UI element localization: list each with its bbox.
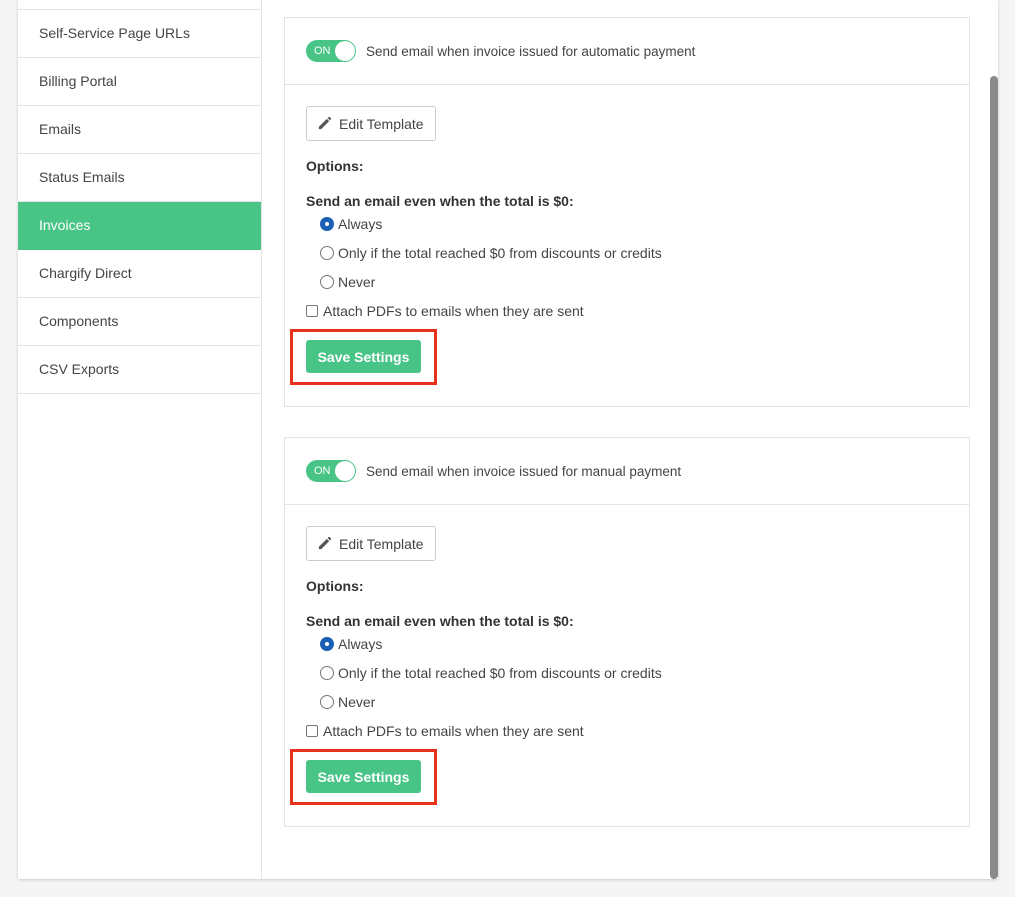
zero-total-label: Send an email even when the total is $0:: [306, 193, 574, 209]
attach-pdfs-label: Attach PDFs to emails when they are sent: [323, 302, 584, 319]
sidebar-item-status-emails[interactable]: Status Emails: [18, 154, 261, 202]
vertical-scrollbar[interactable]: [990, 76, 998, 879]
radio-never-label: Never: [338, 273, 376, 290]
radio-discounts[interactable]: [320, 665, 334, 680]
sidebar-item-components[interactable]: Components: [18, 298, 261, 346]
highlight-box: [290, 329, 437, 385]
save-settings-wrap: Save Settings: [290, 329, 437, 385]
radio-option-discounts[interactable]: Only if the total reached $0 from discou…: [306, 658, 948, 687]
edit-template-button[interactable]: Edit Template: [306, 526, 436, 561]
radio-option-always[interactable]: Always: [306, 629, 948, 658]
pencil-icon: [318, 116, 332, 130]
attach-pdfs-checkbox[interactable]: [306, 304, 318, 317]
sidebar-top-divider: [18, 0, 261, 10]
toggle-label: ON: [314, 45, 331, 57]
radio-option-discounts[interactable]: Only if the total reached $0 from discou…: [306, 238, 948, 267]
radio-discounts-label: Only if the total reached $0 from discou…: [338, 664, 662, 681]
pencil-icon: [318, 536, 332, 550]
sidebar-item-chargify-direct[interactable]: Chargify Direct: [18, 250, 261, 298]
radio-always[interactable]: [320, 216, 334, 231]
settings-window: Self-Service Page URLs Billing Portal Em…: [18, 0, 998, 879]
zero-total-label: Send an email even when the total is $0:: [306, 613, 574, 629]
toggle-label: ON: [314, 465, 331, 477]
radio-option-never[interactable]: Never: [306, 267, 948, 296]
panel-header: ON Send email when invoice issued for au…: [285, 18, 969, 85]
radio-never[interactable]: [320, 694, 334, 709]
attach-pdfs-option[interactable]: Attach PDFs to emails when they are sent: [306, 716, 948, 745]
toggle-knob: [335, 41, 355, 61]
radio-always-label: Always: [338, 635, 383, 652]
sidebar-item-self-service-page-urls[interactable]: Self-Service Page URLs: [18, 10, 261, 58]
options-label: Options:: [306, 158, 364, 174]
radio-always[interactable]: [320, 636, 334, 651]
toggle-knob: [335, 461, 355, 481]
save-settings-wrap: Save Settings: [290, 749, 437, 805]
attach-pdfs-checkbox[interactable]: [306, 724, 318, 737]
radio-option-always[interactable]: Always: [306, 209, 948, 238]
highlight-box: [290, 749, 437, 805]
panel-header: ON Send email when invoice issued for ma…: [285, 438, 969, 505]
attach-pdfs-label: Attach PDFs to emails when they are sent: [323, 722, 584, 739]
sidebar-item-csv-exports[interactable]: CSV Exports: [18, 346, 261, 394]
panel-title: Send email when invoice issued for autom…: [366, 43, 696, 59]
radio-never-label: Never: [338, 693, 376, 710]
manual-payment-panel: ON Send email when invoice issued for ma…: [284, 437, 970, 827]
panel-title: Send email when invoice issued for manua…: [366, 463, 682, 479]
edit-template-label: Edit Template: [339, 535, 424, 552]
radio-never[interactable]: [320, 274, 334, 289]
attach-pdfs-option[interactable]: Attach PDFs to emails when they are sent: [306, 296, 948, 325]
sidebar: Self-Service Page URLs Billing Portal Em…: [18, 0, 262, 879]
manual-payment-toggle[interactable]: ON: [306, 460, 356, 482]
radio-discounts[interactable]: [320, 245, 334, 260]
edit-template-label: Edit Template: [339, 115, 424, 132]
main-content: ON Send email when invoice issued for au…: [262, 0, 998, 879]
panel-body: Edit Template Options: Send an email eve…: [285, 505, 969, 805]
options-label: Options:: [306, 578, 364, 594]
edit-template-button[interactable]: Edit Template: [306, 106, 436, 141]
sidebar-item-emails[interactable]: Emails: [18, 106, 261, 154]
radio-option-never[interactable]: Never: [306, 687, 948, 716]
sidebar-item-invoices[interactable]: Invoices: [18, 202, 261, 250]
automatic-payment-toggle[interactable]: ON: [306, 40, 356, 62]
automatic-payment-panel: ON Send email when invoice issued for au…: [284, 17, 970, 407]
radio-discounts-label: Only if the total reached $0 from discou…: [338, 244, 662, 261]
panel-body: Edit Template Options: Send an email eve…: [285, 85, 969, 385]
sidebar-item-billing-portal[interactable]: Billing Portal: [18, 58, 261, 106]
radio-always-label: Always: [338, 215, 383, 232]
